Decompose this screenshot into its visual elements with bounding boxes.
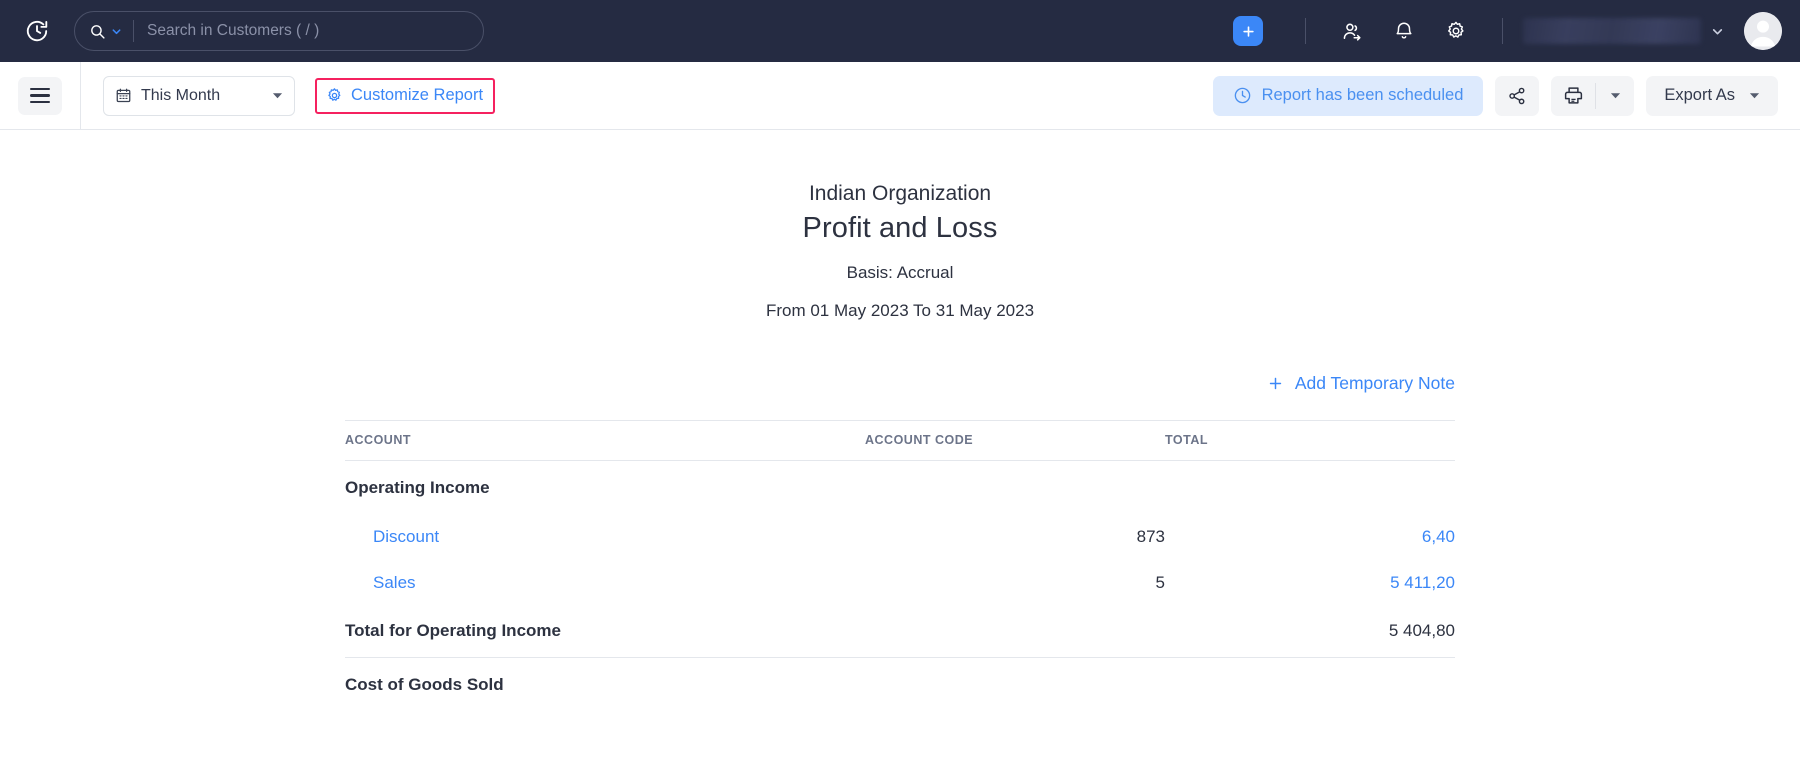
report-organization: Indian Organization: [0, 182, 1800, 206]
printer-icon[interactable]: [1551, 76, 1595, 116]
row-account-link[interactable]: Sales: [345, 560, 865, 606]
row-code: [865, 461, 1165, 515]
divider: [1502, 18, 1503, 44]
topbar-actions: [1233, 0, 1782, 62]
gear-icon: [326, 87, 343, 104]
customize-report-label: Customize Report: [351, 86, 483, 105]
export-as-button[interactable]: Export As: [1646, 76, 1778, 116]
toolbar-right-actions: Report has been scheduled Export A: [1213, 76, 1800, 116]
report-toolbar: This Month Customize Report Report has b…: [0, 62, 1800, 130]
row-total-link[interactable]: 5 411,20: [1165, 560, 1455, 606]
profit-and-loss-table-wrapper: ACCOUNT ACCOUNT CODE TOTAL Operating Inc…: [345, 420, 1455, 711]
search-input[interactable]: [134, 12, 469, 50]
profit-and-loss-table: ACCOUNT ACCOUNT CODE TOTAL Operating Inc…: [345, 420, 1455, 711]
hamburger-menu-icon[interactable]: [18, 77, 62, 115]
search-icon: [89, 23, 106, 40]
row-account-link[interactable]: Discount: [345, 514, 865, 560]
row-account: Operating Income: [345, 461, 865, 515]
page-title: Profit and Loss: [0, 212, 1800, 245]
organization-name-redacted: [1523, 18, 1701, 44]
chevron-down-icon: [1711, 25, 1724, 38]
search-scope-selector[interactable]: [89, 20, 134, 42]
row-account: Cost of Goods Sold: [345, 658, 865, 712]
export-as-label: Export As: [1664, 86, 1735, 105]
row-total: 5 404,80: [1165, 606, 1455, 658]
report-scheduled-label: Report has been scheduled: [1262, 86, 1464, 105]
chevron-down-icon: [111, 26, 122, 37]
notification-bell-icon[interactable]: [1391, 18, 1417, 44]
row-code: [865, 658, 1165, 712]
table-row: Cost of Goods Sold: [345, 658, 1455, 712]
column-header-account-code: ACCOUNT CODE: [865, 421, 1165, 461]
contacts-add-icon[interactable]: [1339, 18, 1365, 44]
settings-gear-icon[interactable]: [1443, 18, 1469, 44]
quick-add-button[interactable]: [1233, 16, 1263, 46]
clock-icon: [1233, 86, 1252, 105]
history-clock-icon[interactable]: [18, 12, 56, 50]
report-content: Indian Organization Profit and Loss Basi…: [0, 130, 1800, 780]
row-code: 873: [865, 514, 1165, 560]
table-row: Operating Income: [345, 461, 1455, 515]
top-navigation-bar: [0, 0, 1800, 62]
print-options-caret-icon[interactable]: [1596, 76, 1634, 116]
plus-icon: [1241, 24, 1256, 39]
note-row: Add Temporary Note: [345, 373, 1455, 394]
divider: [80, 62, 81, 130]
table-row[interactable]: Discount 873 6,40: [345, 514, 1455, 560]
add-temporary-note-label: Add Temporary Note: [1295, 373, 1455, 394]
table-row-total: Total for Operating Income 5 404,80: [345, 606, 1455, 658]
row-account: Total for Operating Income: [345, 606, 865, 658]
table-row[interactable]: Sales 5 5 411,20: [345, 560, 1455, 606]
caret-down-icon: [272, 90, 283, 101]
row-total: [1165, 461, 1455, 515]
column-header-account: ACCOUNT: [345, 421, 865, 461]
divider: [1305, 18, 1306, 44]
calendar-icon: [115, 87, 132, 104]
row-total-link[interactable]: 6,40: [1165, 514, 1455, 560]
report-basis: Basis: Accrual: [0, 263, 1800, 283]
add-temporary-note-button[interactable]: Add Temporary Note: [1267, 373, 1455, 394]
column-header-total: TOTAL: [1165, 421, 1455, 461]
customize-report-button[interactable]: Customize Report: [315, 78, 495, 114]
caret-down-icon: [1749, 90, 1760, 101]
organization-selector[interactable]: [1523, 18, 1724, 44]
date-range-dropdown[interactable]: This Month: [103, 76, 295, 116]
global-search-bar[interactable]: [74, 11, 484, 51]
report-scheduled-badge[interactable]: Report has been scheduled: [1213, 76, 1484, 116]
share-nodes-icon[interactable]: [1495, 76, 1539, 116]
plus-icon: [1267, 375, 1284, 392]
row-total: [1165, 658, 1455, 712]
date-range-label: This Month: [141, 87, 263, 105]
print-split-button: [1551, 76, 1634, 116]
user-avatar[interactable]: [1744, 12, 1782, 50]
row-code: [865, 606, 1165, 658]
row-code: 5: [865, 560, 1165, 606]
report-date-range: From 01 May 2023 To 31 May 2023: [0, 301, 1800, 321]
table-header-row: ACCOUNT ACCOUNT CODE TOTAL: [345, 421, 1455, 461]
